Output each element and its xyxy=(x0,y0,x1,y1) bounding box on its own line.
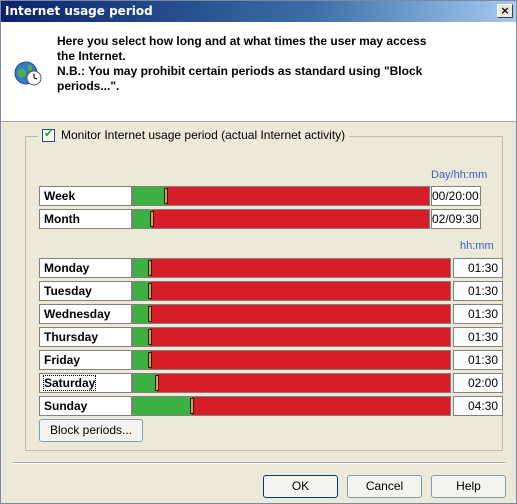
day-label-text: Thursday xyxy=(44,330,99,344)
slider-handle[interactable] xyxy=(148,329,152,345)
day-unit-label: hh:mm xyxy=(460,240,494,252)
slider-handle[interactable] xyxy=(148,306,152,322)
day-value-field[interactable]: 04:30 xyxy=(453,396,503,416)
day-row: Sunday 04:30 xyxy=(39,396,509,416)
day-label[interactable]: Sunday xyxy=(39,396,132,416)
day-row: Saturday 02:00 xyxy=(39,373,509,393)
allowed-time-fill xyxy=(133,374,157,392)
day-label-text: Monday xyxy=(44,261,90,275)
slider-handle[interactable] xyxy=(148,283,152,299)
slider-handle[interactable] xyxy=(150,211,154,227)
day-label-text: Wednesday xyxy=(44,307,111,321)
day-value-field[interactable]: 01:30 xyxy=(453,350,503,370)
globe-clock-icon xyxy=(14,61,42,86)
period-usage-slider[interactable] xyxy=(132,209,430,229)
day-row: Monday 01:30 xyxy=(39,258,509,278)
day-usage-slider[interactable] xyxy=(132,258,451,278)
day-value-text: 01:30 xyxy=(467,284,498,298)
ok-label: OK xyxy=(291,479,310,493)
ok-button[interactable]: OK xyxy=(263,475,338,498)
period-row: Month 02/09:30 xyxy=(39,209,509,229)
allowed-time-fill xyxy=(133,187,166,205)
day-label-text: Friday xyxy=(44,353,81,367)
slider-handle[interactable] xyxy=(164,188,168,204)
day-label-text: Sunday xyxy=(44,399,88,413)
period-label-text: Week xyxy=(44,189,76,203)
period-label-text: Month xyxy=(44,212,80,226)
day-label[interactable]: Monday xyxy=(39,258,132,278)
dialog-window: Internet usage period × Here you select … xyxy=(0,0,517,504)
day-value-text: 01:30 xyxy=(467,307,498,321)
day-usage-slider[interactable] xyxy=(132,373,451,393)
period-label[interactable]: Week xyxy=(39,186,132,206)
period-value-text: 02/09:30 xyxy=(432,212,479,226)
day-label[interactable]: Tuesday xyxy=(39,281,132,301)
day-row: Tuesday 01:30 xyxy=(39,281,509,301)
help-label: Help xyxy=(456,479,481,493)
monitor-checkbox[interactable] xyxy=(42,127,55,142)
day-value-field[interactable]: 01:30 xyxy=(453,327,503,347)
period-label[interactable]: Month xyxy=(39,209,132,229)
slider-handle[interactable] xyxy=(190,398,194,414)
day-value-field[interactable]: 01:30 xyxy=(453,258,503,278)
day-value-field[interactable]: 01:30 xyxy=(453,304,503,324)
day-label[interactable]: Friday xyxy=(39,350,132,370)
header-text: Here you select how long and at what tim… xyxy=(57,34,487,94)
day-label[interactable]: Thursday xyxy=(39,327,132,347)
period-row: Week 00/20:00 xyxy=(39,186,509,206)
period-value-text: 00/20:00 xyxy=(432,189,479,203)
day-value-field[interactable]: 01:30 xyxy=(453,281,503,301)
cancel-button[interactable]: Cancel xyxy=(347,475,422,498)
day-row: Thursday 01:30 xyxy=(39,327,509,347)
day-label[interactable]: Saturday xyxy=(39,373,132,393)
title-bar: Internet usage period × xyxy=(1,1,516,22)
monitor-checkbox-label: Monitor Internet usage period (actual In… xyxy=(61,128,346,142)
day-value-text: 01:30 xyxy=(467,330,498,344)
day-usage-slider[interactable] xyxy=(132,327,451,347)
monitor-groupbox: Monitor Internet usage period (actual In… xyxy=(25,127,503,451)
period-value-field[interactable]: 02/09:30 xyxy=(431,209,481,229)
day-value-text: 01:30 xyxy=(467,261,498,275)
header-line: Here you select how long and at what tim… xyxy=(57,34,427,48)
close-button[interactable]: × xyxy=(497,4,513,18)
header-line: the Internet. xyxy=(57,49,126,63)
help-button[interactable]: Help xyxy=(431,475,506,498)
day-row: Wednesday 01:30 xyxy=(39,304,509,324)
header-line: N.B.: You may prohibit certain periods a… xyxy=(57,64,423,78)
day-usage-slider[interactable] xyxy=(132,396,451,416)
close-icon: × xyxy=(500,4,510,17)
period-usage-slider[interactable] xyxy=(132,186,430,206)
day-value-text: 02:00 xyxy=(467,376,498,390)
period-unit-label: Day/hh:mm xyxy=(431,169,488,181)
allowed-time-fill xyxy=(133,397,192,415)
day-value-field[interactable]: 02:00 xyxy=(453,373,503,393)
day-usage-slider[interactable] xyxy=(132,281,451,301)
monitor-checkbox-row[interactable]: Monitor Internet usage period (actual In… xyxy=(38,127,350,142)
slider-handle[interactable] xyxy=(148,352,152,368)
window-title: Internet usage period xyxy=(5,4,153,18)
block-periods-button[interactable]: Block periods... xyxy=(39,419,143,442)
day-label-text: Saturday xyxy=(42,375,97,391)
day-label[interactable]: Wednesday xyxy=(39,304,132,324)
header-line: periods...". xyxy=(57,79,120,93)
cancel-label: Cancel xyxy=(365,479,404,493)
day-row: Friday 01:30 xyxy=(39,350,509,370)
slider-handle[interactable] xyxy=(155,375,159,391)
day-usage-slider[interactable] xyxy=(132,304,451,324)
day-usage-slider[interactable] xyxy=(132,350,451,370)
day-label-text: Tuesday xyxy=(44,284,92,298)
block-periods-label: Block periods... xyxy=(49,423,133,437)
day-value-text: 04:30 xyxy=(467,399,498,413)
day-value-text: 01:30 xyxy=(467,353,498,367)
footer-separator xyxy=(13,462,505,464)
slider-handle[interactable] xyxy=(148,260,152,276)
period-value-field[interactable]: 00/20:00 xyxy=(431,186,481,206)
header-panel: Here you select how long and at what tim… xyxy=(1,22,516,122)
